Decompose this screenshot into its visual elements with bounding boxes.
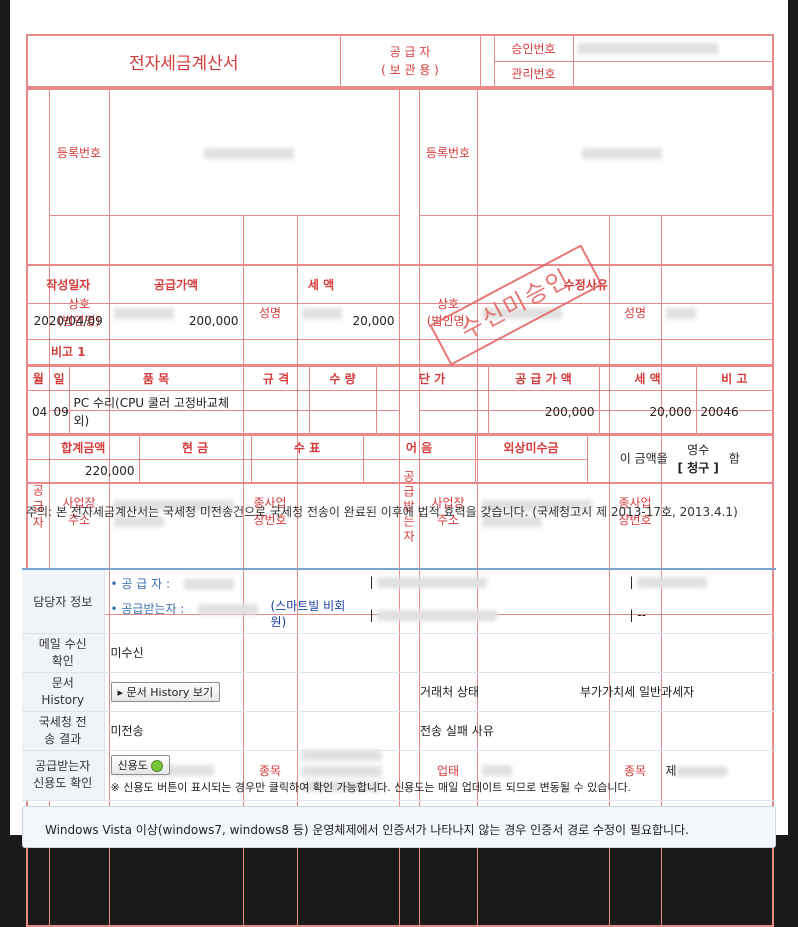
note-value [363,459,475,483]
date-label: 작성일자 [27,265,109,303]
cash-value [139,459,251,483]
credit-value [475,459,587,483]
fail-reason-label: 전송 실패 사유 [414,711,574,750]
supply-amount-value: 200,000 [109,303,243,339]
history-label: 문서 History [22,672,104,711]
buyer-reg-value [477,89,773,216]
date-value: 2020/04/09 [27,303,109,339]
check-value [251,459,363,483]
item-tax: 20,000 [599,390,696,434]
invoice-header: 전자세금계산서 공 급 자( 보 관 용 ) 승인번호 관리번호 [26,34,774,88]
table-row: 04 09 PC 수리(CPU 쿨러 고정바교체 외) 200,000 20,0… [27,390,773,434]
mail-label: 메일 수신 확인 [22,633,104,672]
mgmt-no-value [573,61,773,87]
credit-check-cell: 신용도 ※ 신용도 버튼이 표시되는 경우만 클릭하여 확인 가능합니다. 신용… [104,750,776,800]
col-unit-price: 단 가 [376,366,488,390]
check-label: 수 표 [251,435,363,459]
buyer-phone: | -- [630,608,647,622]
supplier-reg-value [109,89,399,216]
col-spec: 규 격 [243,366,309,390]
supplier-contact-label: • 공 급 자 : [111,577,171,591]
note-label: 어 음 [363,435,475,459]
receipt-claim: 이 금액을 영수 [ 청구 ] 함 [587,435,773,483]
cash-label: 현 금 [139,435,251,459]
tax-value: 20,000 [243,303,399,339]
item-month: 04 [27,390,49,434]
col-supply: 공 급 가 액 [488,366,599,390]
invoice-title: 전자세금계산서 [27,35,340,87]
items-table: 월 일 품 목 규 격 수 량 단 가 공 급 가 액 세 액 비 고 04 0… [26,365,774,435]
total-value: 220,000 [27,459,139,483]
bottom-notice-box: Windows Vista 이상(windows7, windows8 등) 운… [22,806,776,848]
credit-check-label: 공급받는자 신용도 확인 [22,750,104,800]
approval-no-label: 승인번호 [494,35,573,61]
fail-reason-value [574,711,776,750]
status-dot-icon [151,760,163,772]
tax-label: 세 액 [243,265,399,303]
nts-label: 국세청 전 송 결과 [22,711,104,750]
item-unit-price [376,390,488,434]
item-supply: 200,000 [488,390,599,434]
partner-status-label: 거래처 상태 [414,672,574,711]
bottom-notice: Windows Vista 이상(windows7, windows8 등) 운… [45,821,689,838]
contact-label: 담당자 정보 [22,569,104,633]
col-month: 월 [27,366,49,390]
smartbill-link[interactable]: (스마트빌 비회원) [271,598,361,630]
partner-status-value: 부가가치세 일반과세자 [574,672,776,711]
credit-note: ※ 신용도 버튼이 표시되는 경우만 클릭하여 확인 가능합니다. 신용도는 매… [111,779,771,795]
col-qty: 수 량 [309,366,376,390]
col-tax: 세 액 [599,366,696,390]
item-name: PC 수리(CPU 쿨러 고정바교체 외) [69,390,243,434]
remark-label: 비고 1 [27,339,109,365]
mail-value: 미수신 [104,633,776,672]
total-label: 합계금액 [27,435,139,459]
supply-amount-label: 공급가액 [109,265,243,303]
approval-no-value [573,35,773,61]
info-table: 담당자 정보 • 공 급 자 : | | • 공급받는자 : (스마트빌 비회원… [22,568,776,801]
item-day: 09 [49,390,69,434]
credit-label: 외상미수금 [475,435,587,459]
buyer-contact-label: • 공급받는자 : [111,602,185,616]
col-day: 일 [49,366,69,390]
history-button[interactable]: ▸ 문서 History 보기 [111,682,221,702]
amounts-table: 작성일자 공급가액 세 액 수정사유 2020/04/09 200,000 20… [26,264,774,366]
col-item: 품 목 [69,366,243,390]
col-remark: 비 고 [696,366,773,390]
legal-notice: 주의: 본 전자세금계산서는 국세청 미전송건으로 국세청 전송이 완료된 이후… [26,503,738,520]
item-spec [243,390,309,434]
item-remark: 20046 [696,390,773,434]
mgmt-no-label: 관리번호 [494,61,573,87]
credit-button[interactable]: 신용도 [111,755,170,775]
document-page: 전자세금계산서 공 급 자( 보 관 용 ) 승인번호 관리번호 공급자 등록번… [10,0,788,835]
totals-table: 합계금액 현 금 수 표 어 음 외상미수금 이 금액을 영수 [ 청구 ] 함… [26,434,774,484]
item-qty [309,390,376,434]
supplier-reg-label: 등록번호 [49,89,109,216]
nts-value: 미전송 [104,711,414,750]
supplier-copy-label: 공 급 자( 보 관 용 ) [340,35,480,87]
contact-info: • 공 급 자 : | | • 공급받는자 : (스마트빌 비회원) | | -… [104,569,776,633]
buyer-reg-label: 등록번호 [419,89,477,216]
